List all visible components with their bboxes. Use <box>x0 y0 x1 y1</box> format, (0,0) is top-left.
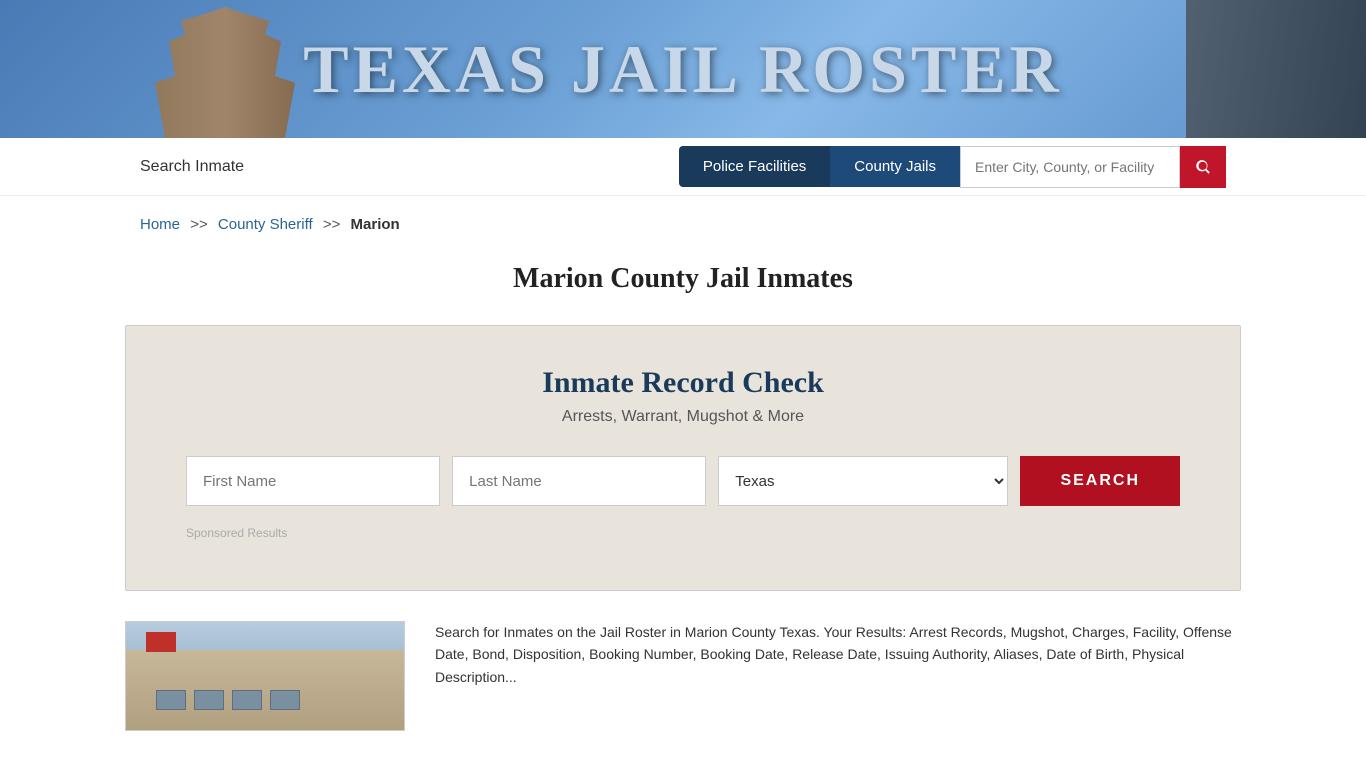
search-icon <box>1194 158 1212 176</box>
facility-search-input[interactable] <box>960 146 1180 188</box>
breadcrumb-county-sheriff[interactable]: County Sheriff <box>218 216 313 233</box>
navbar: Search Inmate Police Facilities County J… <box>0 138 1366 196</box>
search-inmate-label: Search Inmate <box>140 158 244 176</box>
breadcrumb-sep2: >> <box>323 216 341 233</box>
search-fields: AlabamaAlaskaArizonaArkansasCaliforniaCo… <box>186 456 1180 506</box>
breadcrumb-home[interactable]: Home <box>140 216 180 233</box>
last-name-input[interactable] <box>452 456 706 506</box>
keys-image <box>1186 0 1366 138</box>
page-title: Marion County Jail Inmates <box>140 263 1226 295</box>
nav-buttons: Police Facilities County Jails <box>679 146 1226 188</box>
breadcrumb-current: Marion <box>351 216 400 233</box>
search-submit-button[interactable]: Search <box>1020 456 1180 506</box>
page-title-section: Marion County Jail Inmates <box>0 243 1366 325</box>
site-title: Texas Jail Roster <box>303 30 1063 109</box>
inmate-record-title: Inmate Record Check <box>186 366 1180 400</box>
description-text: Search for Inmates on the Jail Roster in… <box>435 621 1241 731</box>
state-select[interactable]: AlabamaAlaskaArizonaArkansasCaliforniaCo… <box>718 456 1008 506</box>
inmate-record-subtitle: Arrests, Warrant, Mugshot & More <box>186 408 1180 426</box>
breadcrumb-sep1: >> <box>190 216 208 233</box>
facility-search-button[interactable] <box>1180 146 1226 188</box>
header-banner: Texas Jail Roster <box>0 0 1366 138</box>
inmate-search-container: Inmate Record Check Arrests, Warrant, Mu… <box>125 325 1241 591</box>
first-name-input[interactable] <box>186 456 440 506</box>
police-facilities-button[interactable]: Police Facilities <box>679 146 830 187</box>
sponsored-results-label: Sponsored Results <box>186 526 1180 540</box>
capitol-image <box>125 0 325 138</box>
breadcrumb: Home >> County Sheriff >> Marion <box>0 196 1366 243</box>
county-jails-button[interactable]: County Jails <box>830 146 960 187</box>
building-image <box>125 621 405 731</box>
bottom-section: Search for Inmates on the Jail Roster in… <box>0 621 1366 731</box>
